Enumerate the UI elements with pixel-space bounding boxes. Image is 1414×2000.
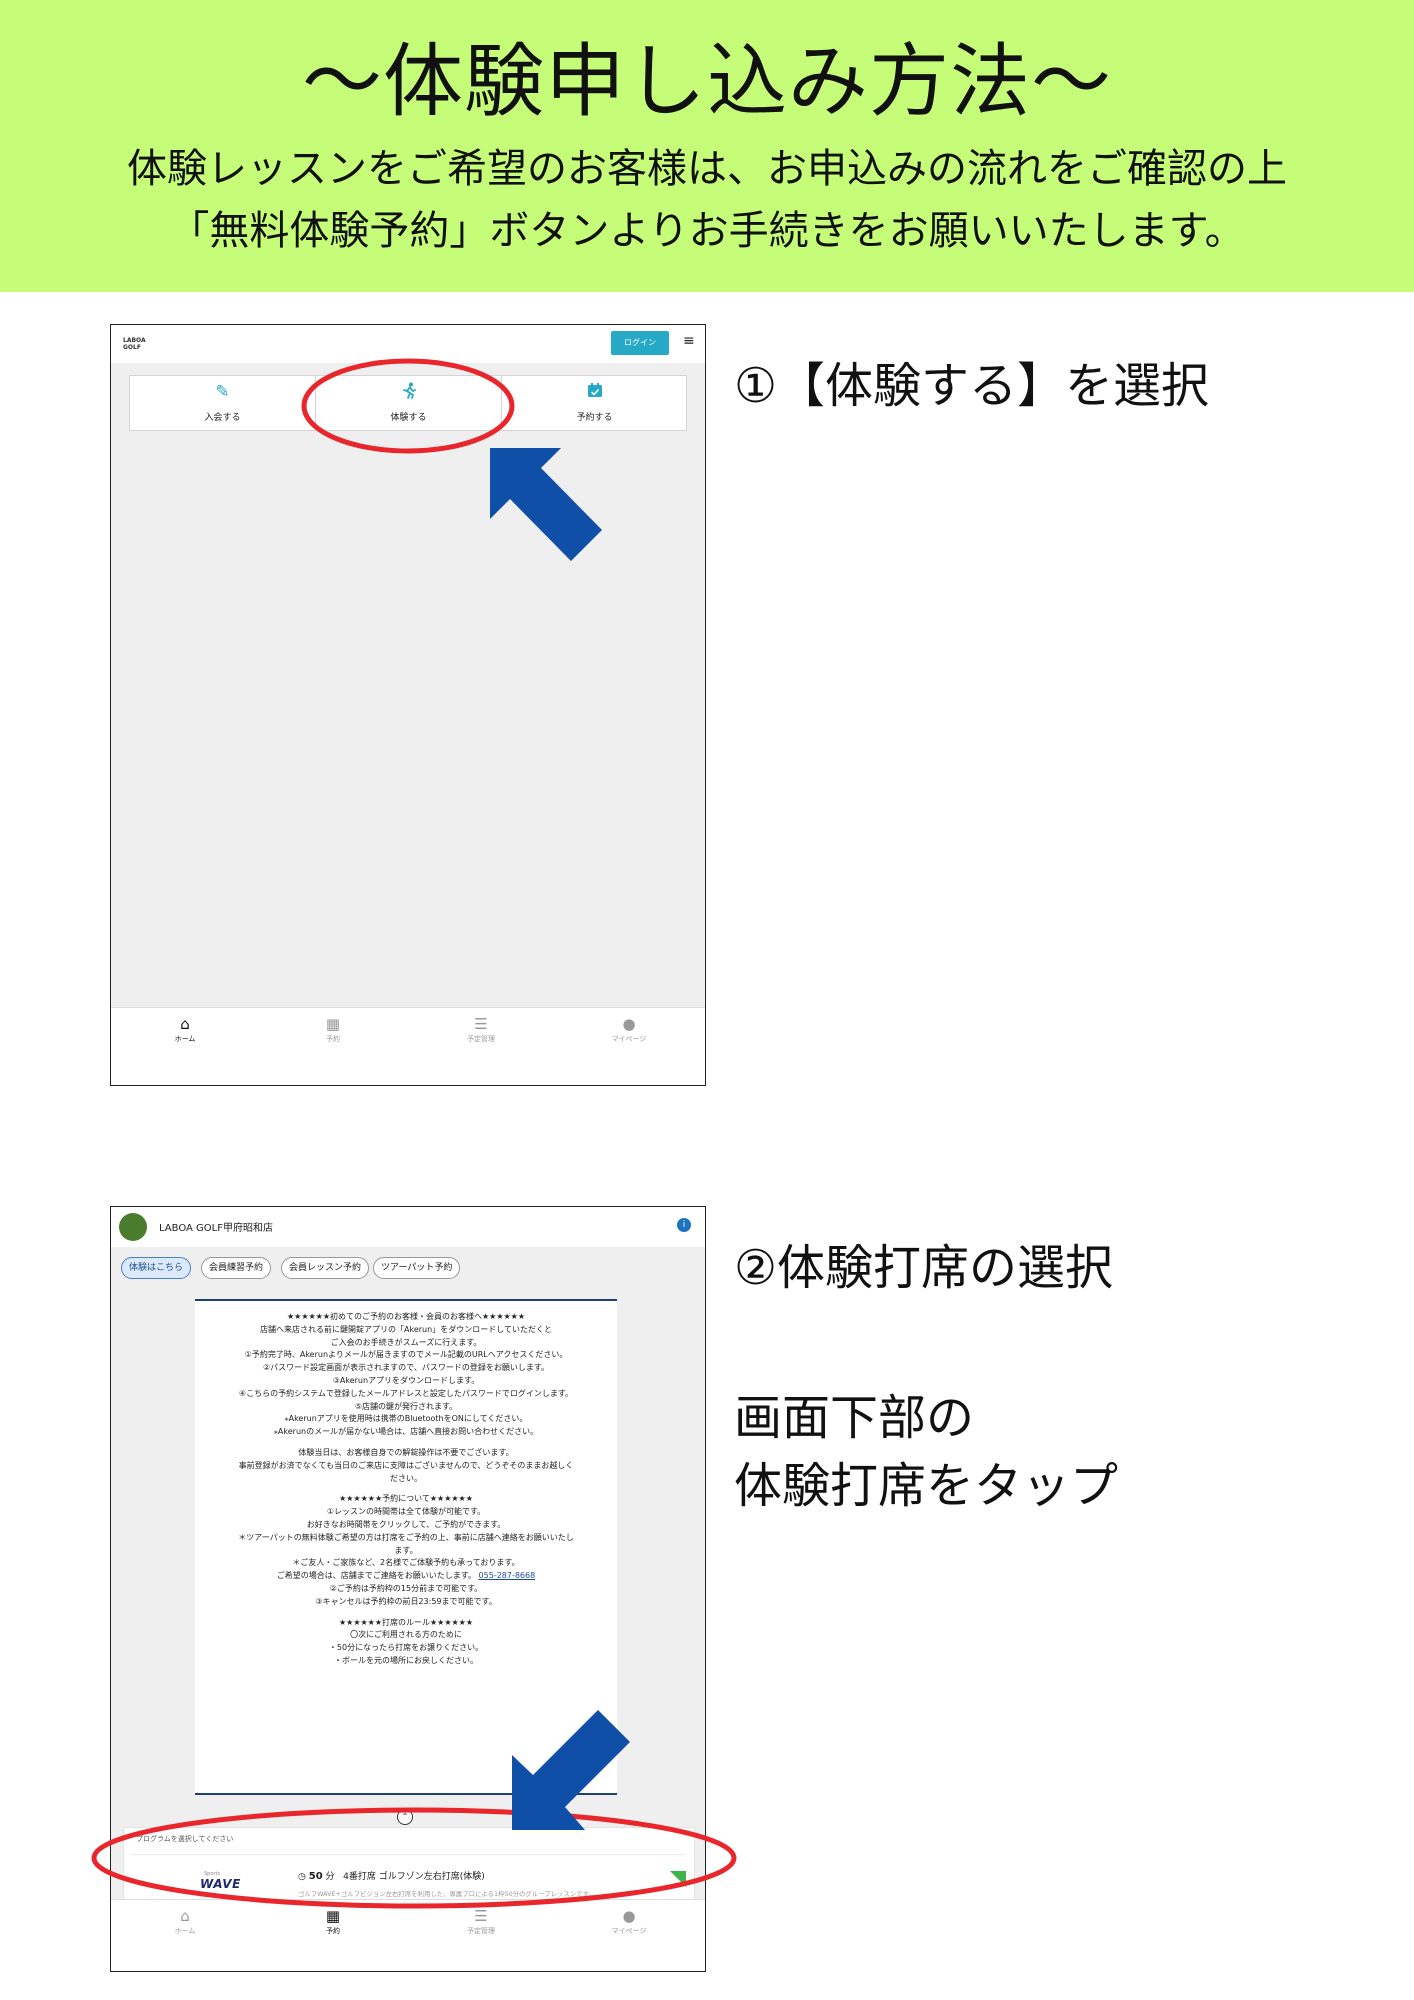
bottom-nav-2: ⌂ ホーム ▦ 予約 ☰ 予定管理 ● マイページ bbox=[111, 1899, 705, 1971]
step1-caption: ①【体験する】を選択 bbox=[734, 358, 1210, 414]
notice-line bbox=[195, 1609, 617, 1617]
notice-line: ます。 bbox=[394, 1545, 418, 1555]
phone-link[interactable]: 055-287-8668 bbox=[479, 1571, 536, 1580]
nav-schedule-2[interactable]: ☰ 予定管理 bbox=[407, 1906, 555, 1936]
notice-line: ①予約完了時、Akerunよりメールが届きますのでメール記載のURLへアクセスく… bbox=[244, 1350, 568, 1360]
action-cards: ✎ 入会する 体験する 予約する bbox=[129, 375, 687, 431]
notice-line: ③キャンセルは予約枠の前日23:59まで可能です。 bbox=[315, 1596, 497, 1606]
running-person-icon bbox=[316, 382, 501, 405]
bottom-nav: ⌂ ホーム ▦ 予約 ☰ 予定管理 ● マイページ bbox=[111, 1007, 705, 1085]
calendar-icon: ▦ bbox=[325, 1015, 341, 1033]
login-button[interactable]: ログイン bbox=[611, 331, 669, 355]
reservation-body: 体験はこちら 会員練習予約 会員レッスン予約 ツアーパット予約 ★★★★★★初め… bbox=[111, 1247, 705, 1929]
user-icon: ● bbox=[622, 1015, 636, 1033]
home-icon: ⌂ bbox=[180, 1907, 190, 1925]
notice-line: お好きなお時間帯をクリックして、ご予約ができます。 bbox=[306, 1519, 506, 1529]
reserve-card[interactable]: 予約する bbox=[502, 376, 687, 430]
notice-line: ＊ご友人・ご家族など、2名様でご体験予約も承っております。 bbox=[292, 1558, 520, 1568]
clock-icon: ◷ bbox=[298, 1872, 306, 1882]
intro-line-2: 「無料体験予約」ボタンよりお手続きをお願いいたします。 bbox=[169, 208, 1245, 254]
pencil-icon: ✎ bbox=[215, 382, 230, 402]
notice-line: ⑤店舗の鍵が発行されます。 bbox=[354, 1401, 458, 1411]
store-avatar bbox=[119, 1213, 147, 1241]
calendar-check-icon bbox=[502, 382, 687, 403]
notice-line: 事前登録がお済でなくても当日のご来店に支障はございませんので、どうぞそのままお越… bbox=[238, 1460, 574, 1470]
join-label: 入会する bbox=[204, 413, 241, 423]
notice-line: 体験当日は、お客様自身での解錠操作は不要でございます。 bbox=[298, 1447, 514, 1457]
notice-line: ＊ツアーパットの無料体験ご希望の方は打席をご予約の上、事前に店舗へ連絡をお願いい… bbox=[238, 1532, 574, 1542]
chip-trial[interactable]: 体験はこちら bbox=[121, 1257, 192, 1279]
program-heading: プログラムを選択してください bbox=[136, 1835, 234, 1843]
user-icon: ● bbox=[622, 1907, 636, 1925]
notice-line: ご希望の場合は、店舗までご連絡をお願いいたします。 055-287-8668 bbox=[276, 1571, 536, 1581]
program-title-line: ◷ 50 分 4番打席 ゴルフゾン左右打席(体験) bbox=[298, 1871, 485, 1882]
wave-logo: WAVE bbox=[200, 1877, 241, 1891]
step2-instruction-2: 体験打席をタップ bbox=[734, 1458, 1119, 1514]
notice-text: ★★★★★★初めてのご予約のお客様・会員のお客様へ★★★★★★ 店舗へ来店される前… bbox=[195, 1311, 617, 1668]
join-card[interactable]: ✎ 入会する bbox=[130, 376, 315, 430]
info-icon[interactable]: i bbox=[677, 1218, 691, 1232]
list-icon: ☰ bbox=[474, 1015, 488, 1033]
header-banner: ～体験申し込み方法～ 体験レッスンをご希望のお客様は、お申込みの流れをご確認の上… bbox=[0, 0, 1414, 292]
chip-member-practice[interactable]: 会員練習予約 bbox=[201, 1257, 272, 1279]
notice-line: ②ご予約は予約枠の15分前まで可能です。 bbox=[329, 1583, 483, 1593]
laboa-golf-logo: LABOA GOLF bbox=[123, 337, 146, 351]
app-body: ✎ 入会する 体験する 予約する bbox=[111, 363, 705, 1007]
home-icon: ⌂ bbox=[180, 1015, 190, 1033]
notice-line: ★★★★★★予約について★★★★★★ bbox=[339, 1494, 473, 1504]
notice-line: ・50分になったら打席をお譲りください。 bbox=[328, 1643, 484, 1653]
notice-line bbox=[195, 1485, 617, 1493]
hamburger-icon[interactable]: ≡ bbox=[683, 333, 695, 349]
notice-line: ②パスワード設定画面が表示されますので、パスワードの登録をお願いします。 bbox=[262, 1363, 550, 1373]
chevron-up-icon[interactable]: ⌃ bbox=[397, 1809, 413, 1825]
notice-line: 店舗へ来店される前に鍵開錠アプリの「Akerun」をダウンロードしていただくと bbox=[260, 1324, 552, 1334]
nav-reserve-2[interactable]: ▦ 予約 bbox=[259, 1906, 407, 1936]
notice-line bbox=[195, 1439, 617, 1447]
nav-schedule[interactable]: ☰ 予定管理 bbox=[407, 1014, 555, 1044]
trial-label: 体験する bbox=[390, 413, 427, 423]
notice-line: 〇次にご利用される方のために bbox=[350, 1630, 462, 1640]
trial-card[interactable]: 体験する bbox=[316, 376, 501, 430]
notice-line: ★★★★★★打席のルール★★★★★★ bbox=[338, 1617, 474, 1627]
program-description: ゴルフWAVE+ゴルフビジョン左右打席を利用した、専属プロによる1枠50分のグル… bbox=[298, 1890, 595, 1898]
notice-line: ・ボールを元の場所にお戻しください。 bbox=[334, 1655, 478, 1665]
notice-line: ⁎Akerunアプリを使用時は携帯のBluetoothをONにしてください。 bbox=[284, 1414, 528, 1424]
notice-line: ご入会のお手続きがスムーズに行えます。 bbox=[330, 1337, 482, 1347]
program-title: 4番打席 ゴルフゾン左右打席(体験) bbox=[343, 1872, 485, 1882]
store-name: LABOA GOLF甲府昭和店 bbox=[159, 1223, 273, 1234]
nav-mypage-2[interactable]: ● マイページ bbox=[555, 1906, 703, 1936]
nav-home-2[interactable]: ⌂ ホーム bbox=[111, 1906, 259, 1936]
chip-member-lesson[interactable]: 会員レッスン予約 bbox=[281, 1257, 370, 1279]
new-badge bbox=[670, 1871, 686, 1887]
calendar-icon: ▦ bbox=[325, 1907, 341, 1925]
notice-line: ③Akerunアプリをダウンロードします。 bbox=[332, 1375, 480, 1385]
chip-tour-putt[interactable]: ツアーパット予約 bbox=[373, 1257, 461, 1279]
reserve-label: 予約する bbox=[576, 413, 613, 423]
step2-caption: ②体験打席の選択 bbox=[734, 1240, 1114, 1296]
notice-line: ①レッスンの時間帯は全て体験が可能です。 bbox=[326, 1507, 486, 1517]
notice-line: ★★★★★★初めてのご予約のお客様・会員のお客様へ★★★★★★ bbox=[286, 1312, 526, 1321]
store-header: LABOA GOLF甲府昭和店 i bbox=[111, 1207, 705, 1248]
nav-home[interactable]: ⌂ ホーム bbox=[111, 1014, 259, 1044]
notice-panel: ★★★★★★初めてのご予約のお客様・会員のお客様へ★★★★★★ 店舗へ来店される前… bbox=[195, 1299, 617, 1795]
page-title: ～体験申し込み方法～ bbox=[302, 35, 1112, 128]
nav-mypage[interactable]: ● マイページ bbox=[555, 1014, 703, 1044]
app-header: LABOA GOLF ログイン ≡ bbox=[111, 325, 705, 364]
step2-instruction-1: 画面下部の bbox=[734, 1390, 975, 1446]
notice-line: ④こちらの予約システムで登録したメールアドレスと設定したパスワードでログインしま… bbox=[238, 1388, 574, 1398]
list-icon: ☰ bbox=[474, 1907, 488, 1925]
notice-line: ⁎Akerunのメールが届かない場合は、店舗へ直接お問い合わせください。 bbox=[273, 1427, 539, 1437]
step1-screenshot: LABOA GOLF ログイン ≡ ✎ 入会する 体験する 予約する ⌂ ホーム… bbox=[110, 324, 706, 1086]
notice-line: ださい。 bbox=[390, 1473, 422, 1483]
nav-reserve[interactable]: ▦ 予約 bbox=[259, 1014, 407, 1044]
step2-screenshot: LABOA GOLF甲府昭和店 i 体験はこちら 会員練習予約 会員レッスン予約… bbox=[110, 1206, 706, 1972]
intro-line-1: 体験レッスンをご希望のお客様は、お申込みの流れをご確認の上 bbox=[127, 146, 1287, 192]
